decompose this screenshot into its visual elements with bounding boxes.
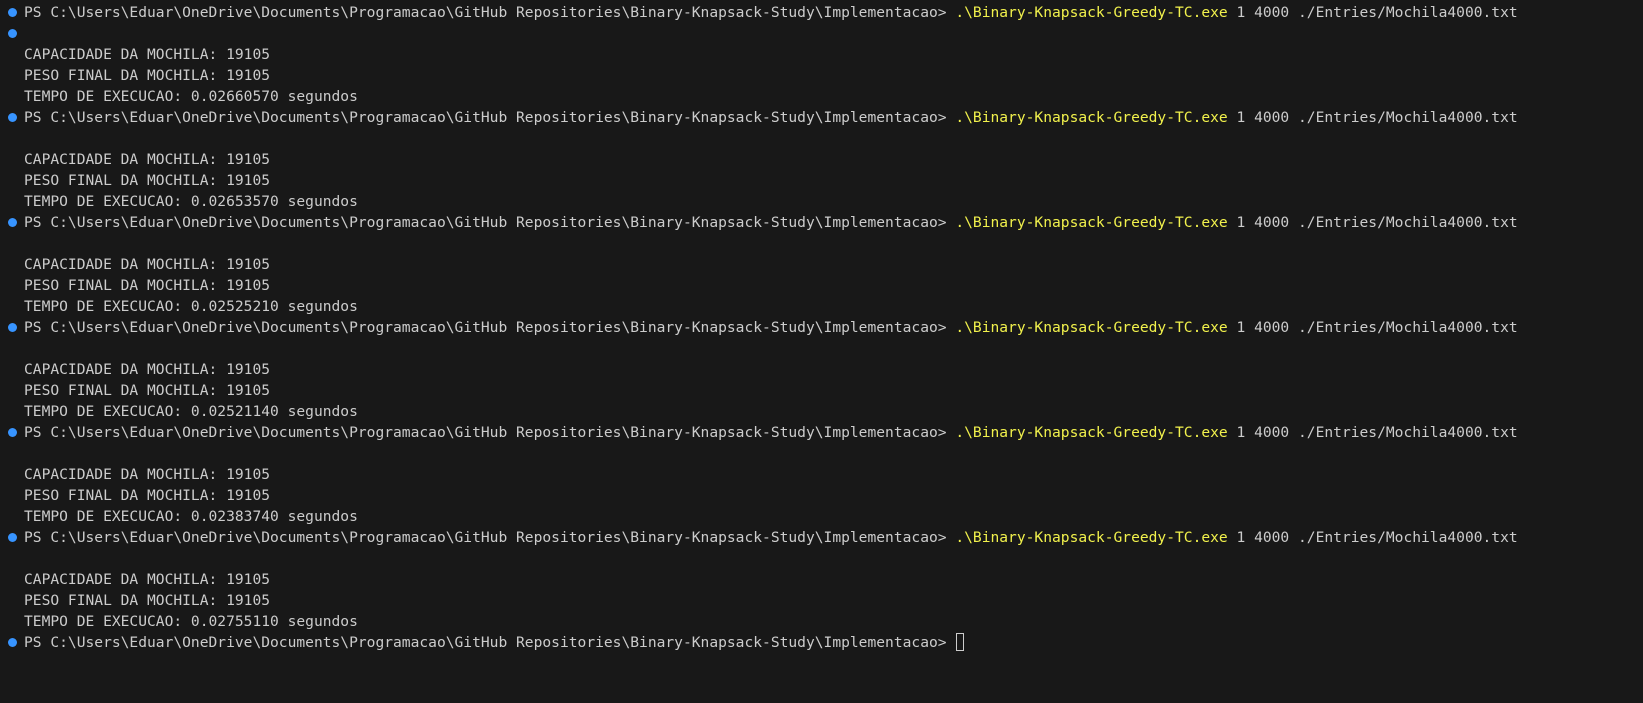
- command-decoration-icon[interactable]: [8, 218, 17, 227]
- command-decoration-icon[interactable]: [8, 113, 17, 122]
- output-line: TEMPO DE EXECUCAO: 0.02755110 segundos: [24, 613, 358, 630]
- command-line: PS C:\Users\Eduar\OneDrive\Documents\Pro…: [0, 2, 1643, 23]
- output-line: TEMPO DE EXECUCAO: 0.02383740 segundos: [24, 508, 358, 525]
- prompt-text: PS C:\Users\Eduar\OneDrive\Documents\Pro…: [24, 4, 956, 21]
- command-decoration-icon[interactable]: [8, 323, 17, 332]
- output-line: TEMPO DE EXECUCAO: 0.02525210 segundos: [24, 298, 358, 315]
- output-line: PESO FINAL DA MOCHILA: 19105: [24, 592, 271, 609]
- output-line: PESO FINAL DA MOCHILA: 19105: [24, 172, 271, 189]
- output-line: TEMPO DE EXECUCAO: 0.02653570 segundos: [24, 193, 358, 210]
- command-args: 1 4000 ./Entries/Mochila4000.txt: [1227, 109, 1518, 126]
- cursor-icon: [956, 633, 965, 651]
- output-line: CAPACIDADE DA MOCHILA: 19105: [24, 46, 271, 63]
- prompt-text: PS C:\Users\Eduar\OneDrive\Documents\Pro…: [24, 319, 956, 336]
- command-decoration-icon[interactable]: [8, 533, 17, 542]
- prompt-text: PS C:\Users\Eduar\OneDrive\Documents\Pro…: [24, 214, 956, 231]
- output-line: PESO FINAL DA MOCHILA: 19105: [24, 67, 271, 84]
- command-text: .\Binary-Knapsack-Greedy-TC.exe: [955, 319, 1228, 336]
- command-args: 1 4000 ./Entries/Mochila4000.txt: [1227, 319, 1518, 336]
- command-text: .\Binary-Knapsack-Greedy-TC.exe: [955, 214, 1228, 231]
- prompt-text: PS C:\Users\Eduar\OneDrive\Documents\Pro…: [24, 424, 956, 441]
- command-text: .\Binary-Knapsack-Greedy-TC.exe: [955, 4, 1228, 21]
- output-line: CAPACIDADE DA MOCHILA: 19105: [24, 361, 271, 378]
- command-decoration-icon[interactable]: [8, 29, 17, 38]
- prompt-text: PS C:\Users\Eduar\OneDrive\Documents\Pro…: [24, 634, 956, 651]
- output-line: CAPACIDADE DA MOCHILA: 19105: [24, 466, 271, 483]
- output-line: TEMPO DE EXECUCAO: 0.02521140 segundos: [24, 403, 358, 420]
- output-line: CAPACIDADE DA MOCHILA: 19105: [24, 151, 271, 168]
- output-line: PESO FINAL DA MOCHILA: 19105: [24, 277, 271, 294]
- command-decoration-icon[interactable]: [8, 8, 17, 17]
- command-line: PS C:\Users\Eduar\OneDrive\Documents\Pro…: [0, 107, 1643, 128]
- prompt-text: PS C:\Users\Eduar\OneDrive\Documents\Pro…: [24, 109, 956, 126]
- output-line: PESO FINAL DA MOCHILA: 19105: [24, 487, 271, 504]
- command-text: .\Binary-Knapsack-Greedy-TC.exe: [955, 529, 1228, 546]
- command-line: PS C:\Users\Eduar\OneDrive\Documents\Pro…: [0, 317, 1643, 338]
- command-decoration-icon[interactable]: [8, 428, 17, 437]
- command-line: PS C:\Users\Eduar\OneDrive\Documents\Pro…: [0, 527, 1643, 548]
- output-line: PESO FINAL DA MOCHILA: 19105: [24, 382, 271, 399]
- command-args: 1 4000 ./Entries/Mochila4000.txt: [1227, 214, 1518, 231]
- command-text: .\Binary-Knapsack-Greedy-TC.exe: [955, 424, 1228, 441]
- command-args: 1 4000 ./Entries/Mochila4000.txt: [1227, 529, 1518, 546]
- current-prompt-line[interactable]: PS C:\Users\Eduar\OneDrive\Documents\Pro…: [0, 632, 1643, 653]
- output-line: TEMPO DE EXECUCAO: 0.02660570 segundos: [24, 88, 358, 105]
- command-decoration-icon[interactable]: [8, 638, 17, 647]
- prompt-text: PS C:\Users\Eduar\OneDrive\Documents\Pro…: [24, 529, 956, 546]
- command-text: .\Binary-Knapsack-Greedy-TC.exe: [955, 109, 1228, 126]
- terminal-output[interactable]: PS C:\Users\Eduar\OneDrive\Documents\Pro…: [0, 0, 1643, 703]
- command-line: PS C:\Users\Eduar\OneDrive\Documents\Pro…: [0, 422, 1643, 443]
- command-args: 1 4000 ./Entries/Mochila4000.txt: [1227, 424, 1518, 441]
- blank-line: [0, 23, 1643, 44]
- output-line: CAPACIDADE DA MOCHILA: 19105: [24, 571, 271, 588]
- command-line: PS C:\Users\Eduar\OneDrive\Documents\Pro…: [0, 212, 1643, 233]
- output-line: CAPACIDADE DA MOCHILA: 19105: [24, 256, 271, 273]
- command-args: 1 4000 ./Entries/Mochila4000.txt: [1227, 4, 1518, 21]
